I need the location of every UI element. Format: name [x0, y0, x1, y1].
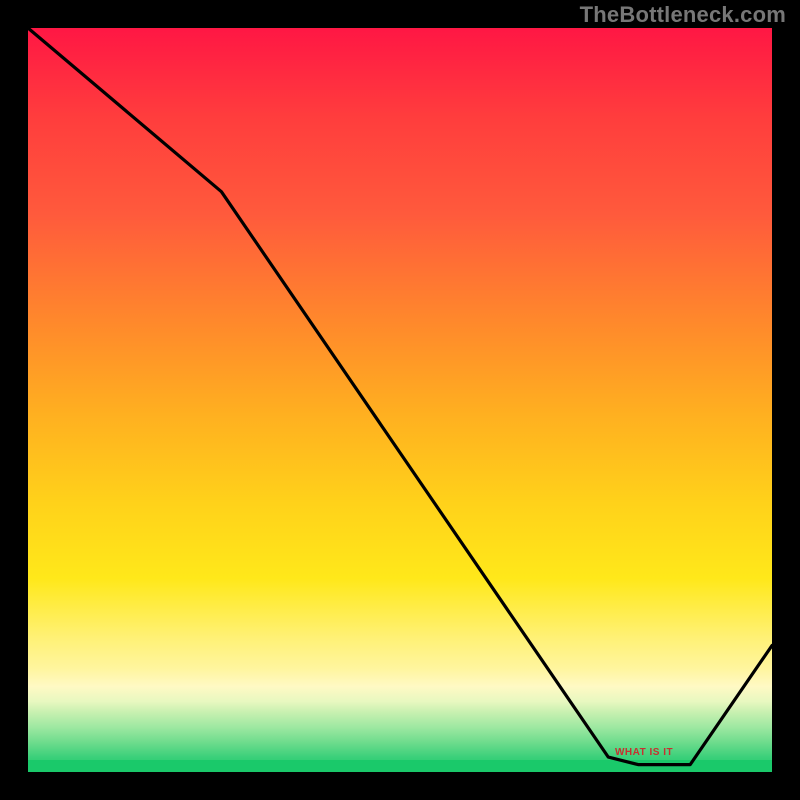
- attribution-label: TheBottleneck.com: [580, 2, 786, 28]
- plot-area: WHAT IS IT: [28, 28, 772, 772]
- curve-annotation: WHAT IS IT: [615, 747, 673, 758]
- bottleneck-curve: [28, 28, 772, 772]
- chart-frame: TheBottleneck.com WHAT IS IT: [0, 0, 800, 800]
